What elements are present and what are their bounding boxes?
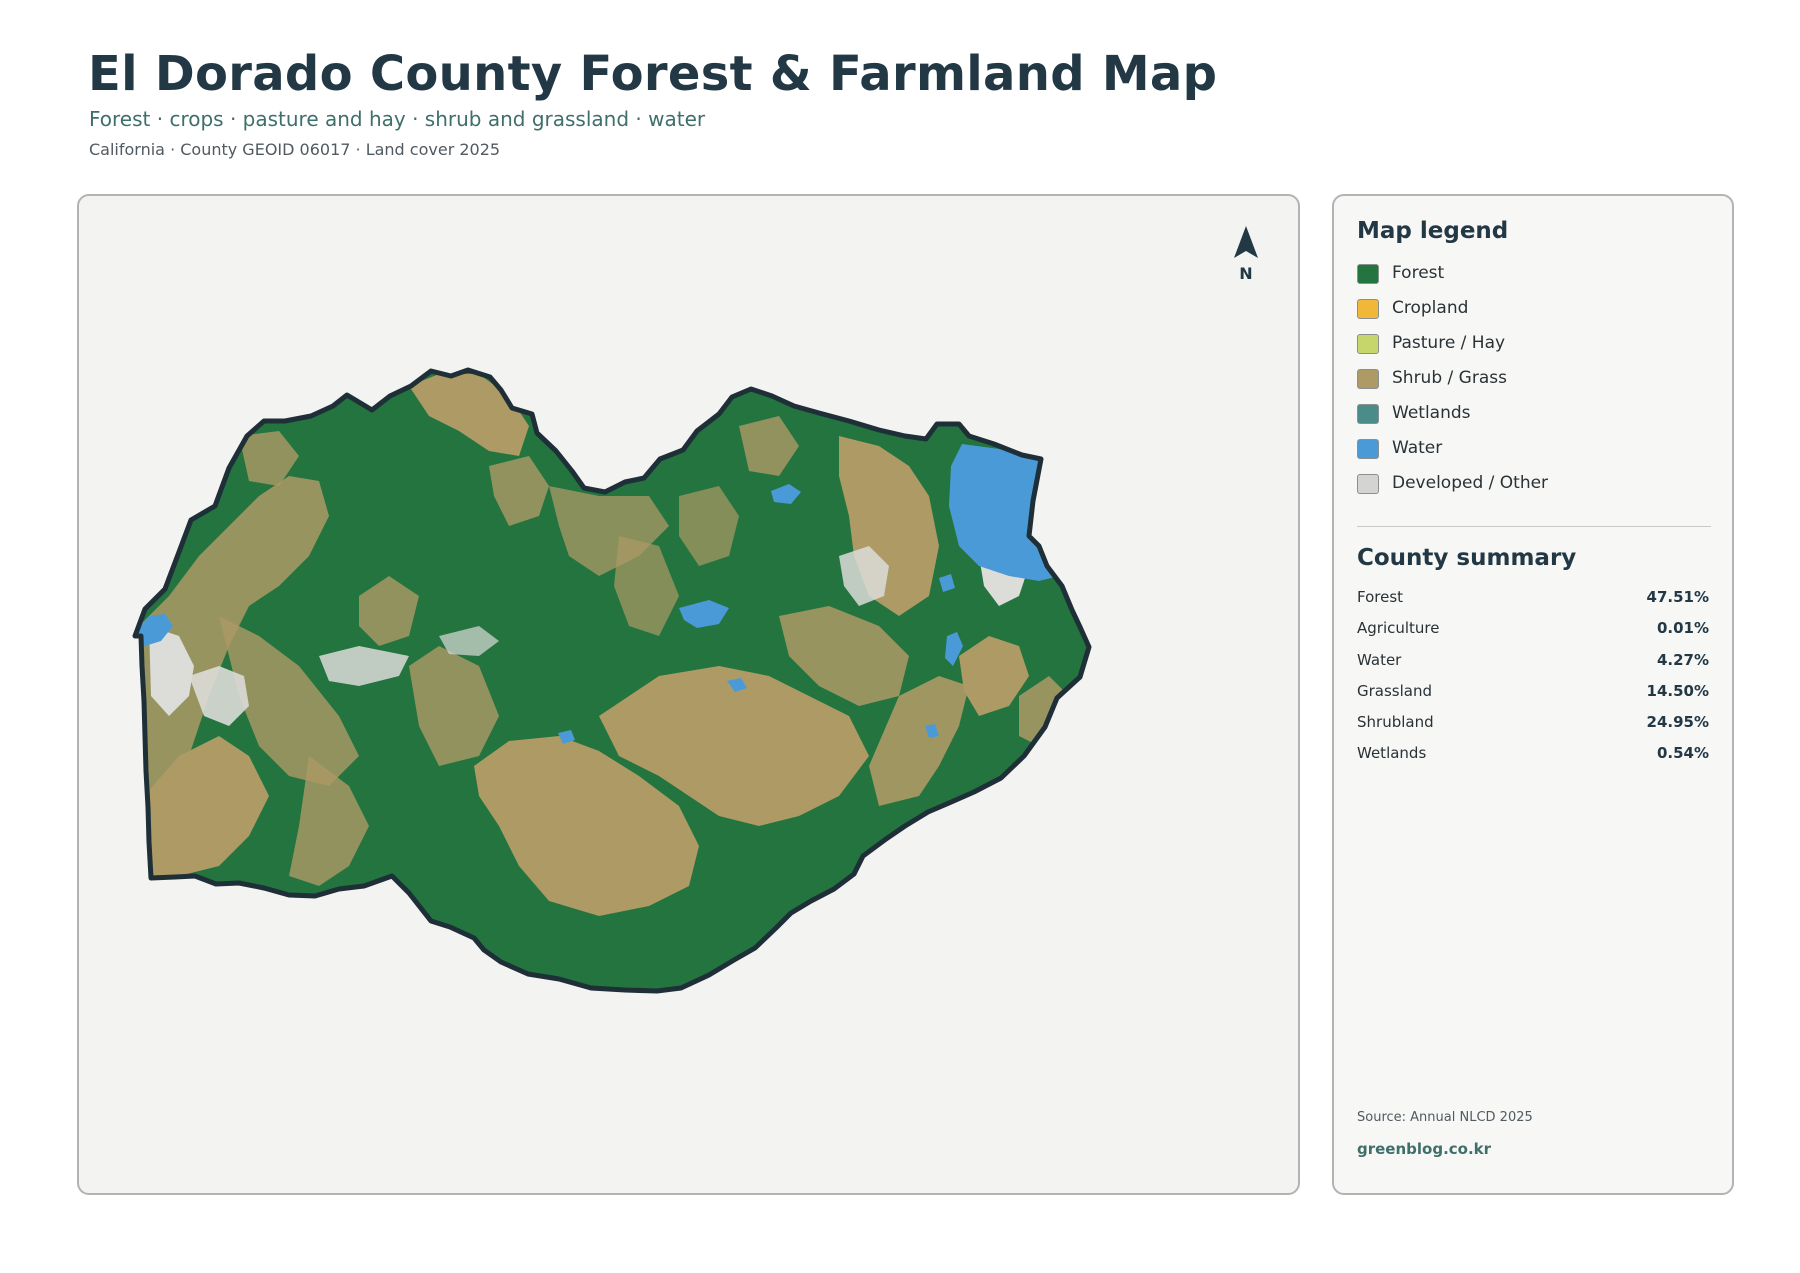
legend-item-water: Water [1357, 437, 1548, 472]
summary-row-shrubland: Shrubland 24.95% [1357, 713, 1709, 744]
page-subtitle: Forest · crops · pasture and hay · shrub… [89, 107, 706, 131]
water-swatch [1357, 439, 1379, 459]
summary-row-grassland: Grassland 14.50% [1357, 682, 1709, 713]
legend-label: Shrub / Grass [1392, 368, 1507, 388]
legend-title: Map legend [1357, 218, 1509, 244]
county-map[interactable] [79, 196, 1300, 1195]
page-meta: California · County GEOID 06017 · Land c… [89, 140, 501, 159]
page-title: El Dorado County Forest & Farmland Map [88, 46, 1218, 102]
legend-label: Forest [1392, 263, 1445, 283]
legend-item-cropland: Cropland [1357, 297, 1548, 332]
pasture-swatch [1357, 334, 1379, 354]
land-cover-layer [135, 370, 1089, 991]
summary-value: 4.27% [1656, 650, 1709, 669]
summary-row-forest: Forest 47.51% [1357, 588, 1709, 619]
summary-value: 0.54% [1656, 744, 1709, 763]
cropland-swatch [1357, 299, 1379, 319]
summary-name: Shrubland [1357, 713, 1434, 732]
legend-item-forest: Forest [1357, 262, 1548, 297]
summary-value: 24.95% [1646, 713, 1709, 732]
legend-item-developed: Developed / Other [1357, 472, 1548, 507]
shrub-swatch [1357, 369, 1379, 389]
legend-item-wetlands: Wetlands [1357, 402, 1548, 437]
page: El Dorado County Forest & Farmland Map F… [0, 0, 1800, 1273]
source-note: Source: Annual NLCD 2025 [1357, 1110, 1533, 1125]
summary-list: Forest 47.51% Agriculture 0.01% Water 4.… [1357, 588, 1709, 776]
north-arrow-icon [1234, 226, 1258, 258]
legend-item-shrub: Shrub / Grass [1357, 367, 1548, 402]
legend-label: Wetlands [1392, 403, 1471, 423]
legend-divider [1357, 526, 1711, 527]
north-arrow: N [1222, 224, 1270, 286]
legend-label: Pasture / Hay [1392, 333, 1506, 353]
map-panel[interactable] [77, 194, 1300, 1195]
summary-name: Forest [1357, 588, 1404, 606]
summary-name: Grassland [1357, 681, 1432, 700]
legend-label: Developed / Other [1392, 473, 1549, 493]
north-label: N [1239, 264, 1253, 283]
summary-name: Agriculture [1357, 619, 1440, 638]
wetlands-swatch [1357, 404, 1379, 424]
legend-panel: Map legend Forest Cropland Pasture / Hay… [1332, 194, 1734, 1195]
summary-title: County summary [1357, 545, 1577, 571]
summary-row-water: Water 4.27% [1357, 651, 1709, 682]
summary-name: Wetlands [1357, 744, 1427, 763]
legend-label: Cropland [1392, 298, 1469, 318]
summary-value: 47.51% [1646, 588, 1709, 606]
forest-swatch [1357, 264, 1379, 284]
summary-value: 14.50% [1646, 681, 1709, 700]
legend-item-pasture: Pasture / Hay [1357, 332, 1548, 367]
credit-link[interactable]: greenblog.co.kr [1357, 1140, 1491, 1158]
summary-row-wetlands: Wetlands 0.54% [1357, 744, 1709, 775]
legend-label: Water [1392, 438, 1443, 458]
summary-row-agriculture: Agriculture 0.01% [1357, 619, 1709, 650]
developed-swatch [1357, 474, 1379, 494]
legend-list: Forest Cropland Pasture / Hay Shrub / Gr… [1357, 262, 1548, 507]
summary-value: 0.01% [1656, 619, 1709, 638]
summary-name: Water [1357, 650, 1402, 669]
